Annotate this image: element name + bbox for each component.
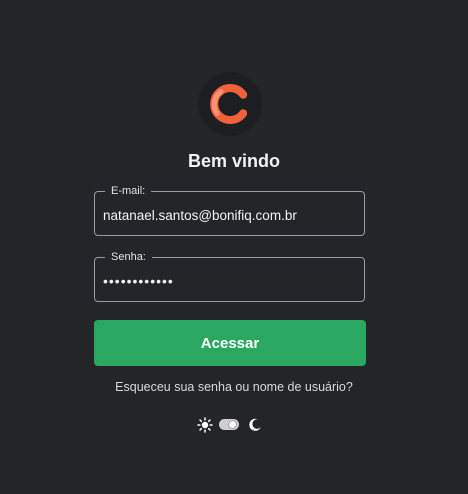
password-field[interactable]: Senha:: [94, 250, 365, 302]
moon-icon: [247, 417, 263, 438]
theme-switcher: [197, 416, 267, 434]
theme-toggle[interactable]: [219, 419, 239, 430]
sun-icon: [197, 417, 213, 438]
page-title: Bem vindo: [187, 151, 280, 171]
password-label: Senha:: [105, 250, 152, 264]
login-page: Bem vindo E-mail: Senha: Acessar Esquece…: [0, 0, 468, 494]
toggle-knob: [228, 420, 237, 429]
email-label: E-mail:: [105, 184, 152, 198]
c-logo-icon: [210, 84, 248, 124]
email-field[interactable]: E-mail:: [94, 184, 365, 236]
logo: [198, 72, 262, 136]
password-input[interactable]: [103, 271, 358, 291]
access-button[interactable]: Acessar: [94, 320, 366, 366]
email-input[interactable]: [103, 205, 358, 225]
forgot-password-link[interactable]: Esqueceu sua senha ou nome de usuário?: [0, 380, 468, 394]
